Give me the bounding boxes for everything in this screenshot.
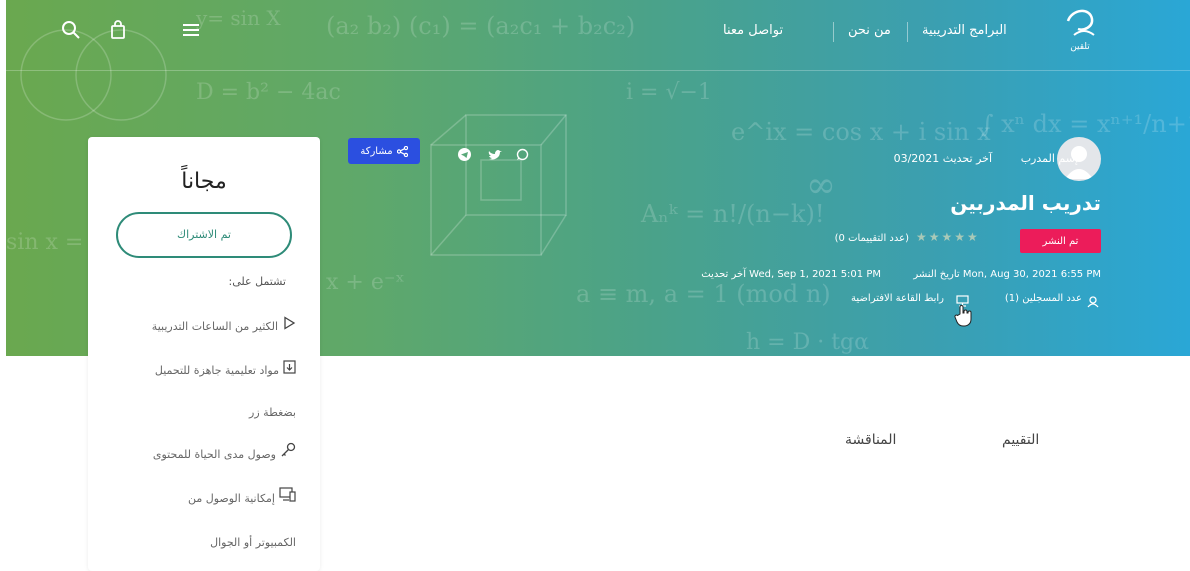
twitter-icon[interactable] [488, 146, 502, 160]
svg-text:تلقين: تلقين [1070, 42, 1090, 52]
hand-cursor-icon [954, 304, 974, 332]
rating-stars: ★★★★★ [916, 230, 980, 244]
play-icon [282, 305, 296, 349]
includes-heading: تشتمل على: [228, 275, 286, 288]
telegram-icon[interactable] [458, 146, 472, 161]
price-label: مجاناً [181, 169, 227, 194]
site-logo[interactable]: تلقين [1058, 5, 1102, 55]
feature-item: بضغطة زر [106, 391, 296, 435]
nav-divider [6, 70, 1190, 71]
share-button-label: مشاركة [360, 145, 393, 157]
nav-programs[interactable]: البرامج التدريبية [922, 23, 1007, 38]
tab-rating[interactable]: التقييم [1002, 432, 1039, 448]
feature-text: الكمبيوتر أو الجوال [210, 536, 296, 549]
tab-discussion[interactable]: المناقشة [845, 432, 896, 448]
key-icon [280, 433, 296, 477]
feature-item: الكمبيوتر أو الجوال [106, 521, 296, 565]
feature-text: بضغطة زر [249, 406, 296, 419]
nav-about[interactable]: من نحن [848, 23, 891, 38]
feature-text: مواد تعليمية جاهزة للتحميل [154, 364, 279, 377]
search-icon[interactable] [60, 18, 82, 42]
pricing-card: مجاناً تم الاشتراك تشتمل على: الكثير من … [88, 137, 320, 571]
status-badge: تم النشر [1020, 229, 1101, 253]
feature-text: الكثير من الساعات التدريبية [151, 320, 278, 333]
download-file-icon [283, 349, 296, 393]
course-title: تدريب المدربين [950, 191, 1101, 215]
feature-text: إمكانية الوصول من [187, 492, 275, 505]
feature-item: إمكانية الوصول من [106, 477, 296, 521]
subscribe-button[interactable]: تم الاشتراك [116, 212, 292, 258]
menu-icon[interactable] [180, 18, 202, 42]
nav-contact[interactable]: تواصل معنا [723, 23, 783, 38]
feature-text: وصول مدى الحياة للمحتوى [152, 448, 276, 461]
updated-date: آخر تحديث Wed, Sep 1, 2021 5:01 PM [701, 269, 881, 280]
user-icon [1087, 293, 1099, 312]
devices-icon [279, 477, 296, 521]
trainer-name[interactable]: إسم المدرب [1021, 152, 1078, 165]
top-navigation: تلقين البرامج التدريبية من نحن تواصل معن… [0, 0, 1190, 70]
cart-icon[interactable] [107, 18, 129, 42]
cube-drawing [430, 114, 567, 256]
last-updated-short: آخر تحديث 03/2021 [893, 152, 992, 165]
enrolled-count: عدد المسجلين (1) [1004, 293, 1082, 304]
nav-separator [907, 22, 908, 42]
virtual-room-link[interactable]: رابط القاعة الافتراضية [851, 293, 944, 304]
nav-separator [833, 22, 834, 42]
published-date: تاريخ النشر Mon, Aug 30, 2021 6:55 PM [913, 269, 1101, 280]
feature-item: الكثير من الساعات التدريبية [106, 305, 296, 349]
share-icon [396, 145, 408, 157]
share-button[interactable]: مشاركة [348, 138, 420, 164]
whatsapp-icon[interactable] [516, 146, 530, 161]
feature-item: مواد تعليمية جاهزة للتحميل [106, 349, 296, 393]
ratings-count: (0 عدد التقييمات) [834, 233, 909, 244]
feature-item: وصول مدى الحياة للمحتوى [106, 433, 296, 477]
